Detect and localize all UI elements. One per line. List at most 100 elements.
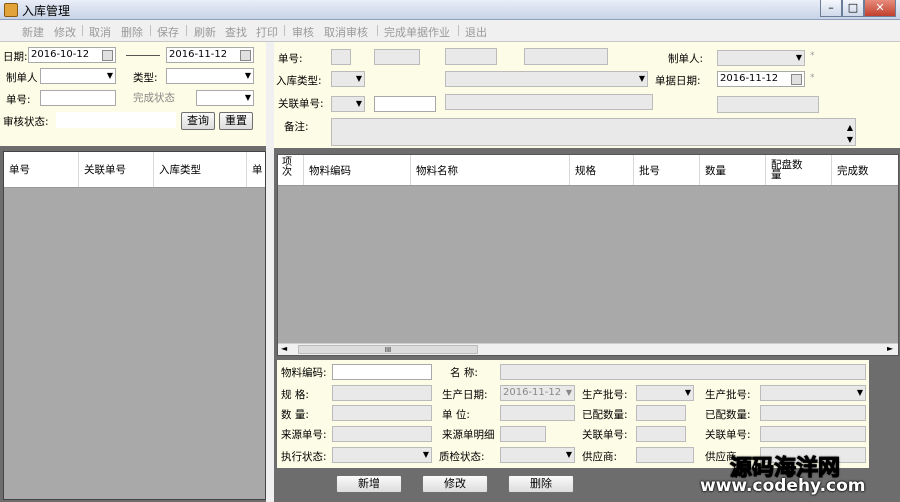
bill-list-grid[interactable]: 单号 关联单号 入库类型 单 [3, 151, 266, 500]
column-header[interactable]: 配盘数量 [766, 155, 832, 185]
exec-status-label: 执行状态: [281, 451, 327, 463]
toolbar-find[interactable]: 查找 [225, 24, 247, 40]
toolbar-new[interactable]: 新建 [22, 24, 44, 40]
creator-select[interactable]: ▼ [717, 50, 805, 66]
scroll-right-icon[interactable]: ► [887, 344, 893, 353]
header-form: 单号: 制单人: ▼ * 入库类型: ▼ ▼ 单据日期: 2016-11-12 … [274, 42, 900, 148]
prod-date-label: 生产日期: [442, 389, 488, 401]
toolbar-audit[interactable]: 审核 [292, 24, 314, 40]
toolbar-separator [186, 25, 187, 36]
source-detail-field [500, 426, 546, 442]
supplier-select[interactable] [636, 447, 694, 463]
related-no-label: 关联单号: [278, 98, 324, 110]
toolbar: 新建 修改 取消 删除 保存 刷新 查找 打印 审核 取消审核 完成单据作业 退… [0, 20, 900, 42]
calendar-icon[interactable] [791, 74, 802, 85]
toolbar-cancel[interactable]: 取消 [89, 24, 111, 40]
type-desc-select[interactable]: ▼ [445, 71, 648, 87]
type-select[interactable]: ▼ [166, 68, 254, 84]
watermark-url: www.codehy.com [700, 476, 866, 496]
related-no-select[interactable]: ▼ [331, 96, 365, 112]
delete-item-button[interactable]: 删除 [508, 475, 574, 493]
bill-no-field [445, 48, 497, 65]
query-button[interactable]: 查询 [181, 112, 215, 130]
batch-select-2[interactable]: ▼ [760, 385, 866, 401]
material-code-input[interactable] [332, 364, 432, 380]
scroll-thumb[interactable]: III [298, 345, 478, 354]
close-button[interactable]: ✕ [864, 0, 896, 17]
toolbar-save[interactable]: 保存 [157, 24, 179, 40]
maximize-button[interactable]: □ [842, 0, 864, 17]
audit-select[interactable] [56, 112, 176, 128]
scroll-left-icon[interactable]: ◄ [281, 344, 287, 353]
toolbar-print[interactable]: 打印 [256, 24, 278, 40]
column-header[interactable]: 物料编码 [304, 155, 411, 185]
column-header[interactable]: 入库类型 [154, 152, 247, 187]
edit-item-button[interactable]: 修改 [422, 475, 488, 493]
dropdown-arrow-icon: ▼ [795, 53, 802, 62]
toolbar-complete[interactable]: 完成单据作业 [384, 24, 450, 40]
reset-button[interactable]: 重置 [219, 112, 253, 130]
bill-no-label: 单号: [6, 94, 31, 106]
toolbar-exit[interactable]: 退出 [465, 24, 487, 40]
column-header[interactable]: 单号 [4, 152, 79, 187]
scroll-down-icon[interactable]: ▼ [847, 133, 853, 145]
column-header[interactable]: 项次 [278, 155, 304, 185]
add-item-button[interactable]: 新增 [336, 475, 402, 493]
column-header[interactable]: 物料名称 [411, 155, 570, 185]
bill-date-input[interactable]: 2016-11-12 [717, 71, 805, 87]
toolbar-separator [82, 25, 83, 36]
detail-grid-header: 项次 物料编码 物料名称 规格 批号 数量 配盘数量 完成数 [278, 155, 898, 186]
name-label: 名 称: [450, 367, 478, 379]
column-header[interactable]: 批号 [634, 155, 700, 185]
splitter[interactable] [266, 42, 274, 502]
batch-label: 生产批号: [582, 389, 628, 401]
quantity-field[interactable] [332, 405, 432, 421]
column-header[interactable]: 单 [247, 152, 265, 187]
type-label: 入库类型: [276, 75, 322, 87]
toolbar-refresh[interactable]: 刷新 [194, 24, 216, 40]
bill-date-label: 单据日期: [655, 75, 701, 87]
related-no-field-2 [760, 426, 866, 442]
qc-status-select[interactable]: ▼ [500, 447, 575, 463]
allocated-qty-label: 已配数量: [582, 409, 628, 421]
dropdown-arrow-icon: ▼ [355, 99, 362, 108]
spec-label: 规 格: [281, 389, 309, 401]
remark-textarea[interactable]: ▲ ▼ [331, 118, 856, 146]
date-from-input[interactable]: 2016-10-12 [28, 47, 116, 63]
column-header[interactable]: 完成数 [832, 155, 898, 185]
completion-select[interactable]: ▼ [196, 90, 254, 106]
column-header[interactable]: 数量 [700, 155, 766, 185]
dropdown-arrow-icon: ▼ [565, 450, 572, 459]
calendar-icon[interactable] [102, 50, 113, 61]
related-no-input[interactable] [374, 96, 436, 112]
calendar-icon[interactable] [240, 50, 251, 61]
bill-no-picker[interactable] [331, 49, 351, 65]
prod-date-input[interactable]: 2016-11-12 ▼ [500, 385, 575, 401]
required-mark: * [810, 73, 815, 83]
source-detail-label: 来源单明细 [442, 429, 495, 441]
bill-no-input[interactable] [40, 90, 116, 106]
column-header[interactable]: 关联单号 [79, 152, 154, 187]
detail-grid[interactable]: 项次 物料编码 物料名称 规格 批号 数量 配盘数量 完成数 ◄ III ► [277, 154, 899, 356]
toolbar-delete[interactable]: 删除 [121, 24, 143, 40]
related-no-field [445, 94, 653, 110]
horizontal-scrollbar[interactable]: ◄ III ► [278, 343, 898, 355]
creator-select[interactable]: ▼ [40, 68, 116, 84]
batch-select[interactable]: ▼ [636, 385, 694, 401]
toolbar-edit[interactable]: 修改 [54, 24, 76, 40]
toolbar-separator [284, 25, 285, 36]
source-no-label: 来源单号: [281, 429, 327, 441]
qc-status-label: 质检状态: [439, 451, 485, 463]
type-select[interactable]: ▼ [331, 71, 365, 87]
date-to-input[interactable]: 2016-11-12 [166, 47, 254, 63]
minimize-button[interactable]: – [820, 0, 842, 17]
allocated-qty-field [636, 405, 686, 421]
app-icon [4, 3, 18, 17]
dropdown-arrow-icon: ▼ [638, 74, 645, 83]
dropdown-arrow-icon: ▼ [355, 74, 362, 83]
dropdown-arrow-icon: ▼ [422, 450, 429, 459]
toolbar-cancel-audit[interactable]: 取消审核 [324, 24, 368, 40]
quantity-label: 数 量: [281, 409, 309, 421]
exec-status-select[interactable]: ▼ [332, 447, 432, 463]
column-header[interactable]: 规格 [570, 155, 634, 185]
